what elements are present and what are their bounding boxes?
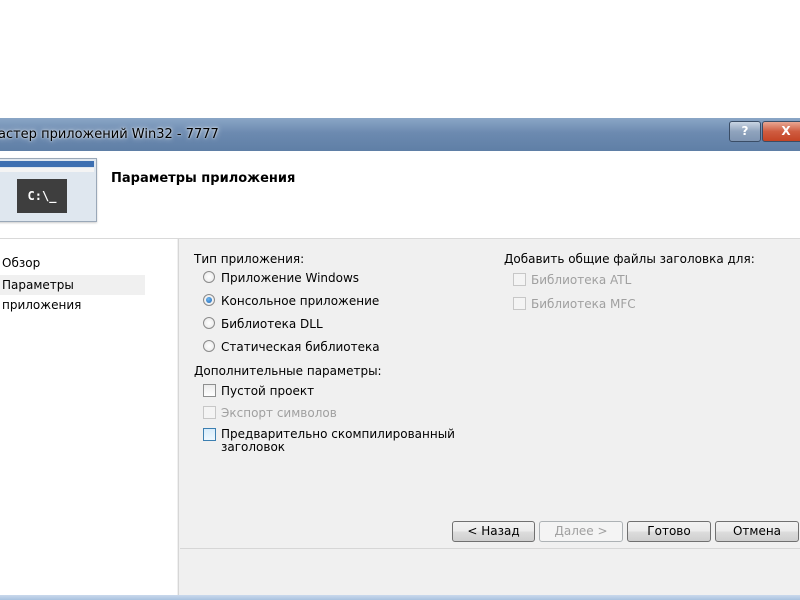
title-bar[interactable]: астер приложений Win32 - 7777 ? X bbox=[0, 118, 800, 151]
extra-options-label: Дополнительные параметры: bbox=[194, 364, 382, 378]
radio-button[interactable] bbox=[203, 317, 215, 329]
checkbox-label: Пустой проект bbox=[221, 384, 315, 398]
app-type-label: Тип приложения: bbox=[194, 252, 305, 266]
nav-divider bbox=[178, 239, 179, 595]
checkbox-disabled bbox=[513, 273, 526, 286]
back-button[interactable]: < Назад bbox=[452, 521, 535, 542]
radio-label: Статическая библиотека bbox=[221, 340, 380, 354]
checkbox-label: Библиотека MFC bbox=[531, 297, 636, 311]
page-title: Параметры приложения bbox=[111, 171, 296, 186]
nav-item-overview[interactable]: Обзор bbox=[0, 253, 43, 273]
radio-button-checked[interactable] bbox=[203, 294, 215, 306]
radio-button[interactable] bbox=[203, 340, 215, 352]
radio-label: Приложение Windows bbox=[221, 271, 360, 285]
checkbox-label-line2: заголовок bbox=[221, 440, 286, 454]
checkbox-label: Экспорт символов bbox=[221, 406, 337, 420]
checkbox-disabled bbox=[203, 406, 216, 419]
console-icon: C:\_ bbox=[17, 179, 67, 213]
thumbnail-titlebar bbox=[0, 161, 94, 167]
checkbox-disabled bbox=[513, 297, 526, 310]
checkbox-label: Предварительно скомпилированный заголово… bbox=[221, 428, 455, 454]
next-button: Далее > bbox=[539, 521, 623, 542]
thumbnail-menubar bbox=[0, 168, 94, 172]
close-icon[interactable]: X bbox=[762, 121, 800, 142]
help-icon[interactable]: ? bbox=[729, 121, 761, 142]
common-headers-label: Добавить общие файлы заголовка для: bbox=[504, 252, 755, 266]
checkbox-label: Библиотека ATL bbox=[531, 273, 632, 287]
checkbox-label-line1: Предварительно скомпилированный bbox=[221, 427, 455, 441]
console-app-thumbnail: C:\_ bbox=[0, 158, 97, 222]
nav-item-app-settings[interactable]: Параметры приложения bbox=[0, 275, 145, 312]
radio-label: Библиотека DLL bbox=[221, 317, 323, 331]
window-title: астер приложений Win32 - 7777 bbox=[0, 127, 219, 142]
wizard-nav: Обзор Параметры приложения bbox=[0, 239, 177, 595]
radio-label: Консольное приложение bbox=[221, 294, 380, 308]
checkbox[interactable] bbox=[203, 384, 216, 397]
finish-button[interactable]: Готово bbox=[627, 521, 711, 542]
buttons-divider bbox=[180, 548, 800, 549]
checkbox[interactable] bbox=[203, 428, 216, 441]
radio-button[interactable] bbox=[203, 271, 215, 283]
window-bottom-border bbox=[0, 595, 800, 600]
wizard-header: C:\_ Параметры приложения bbox=[0, 151, 800, 239]
cancel-button[interactable]: Отмена bbox=[715, 521, 799, 542]
